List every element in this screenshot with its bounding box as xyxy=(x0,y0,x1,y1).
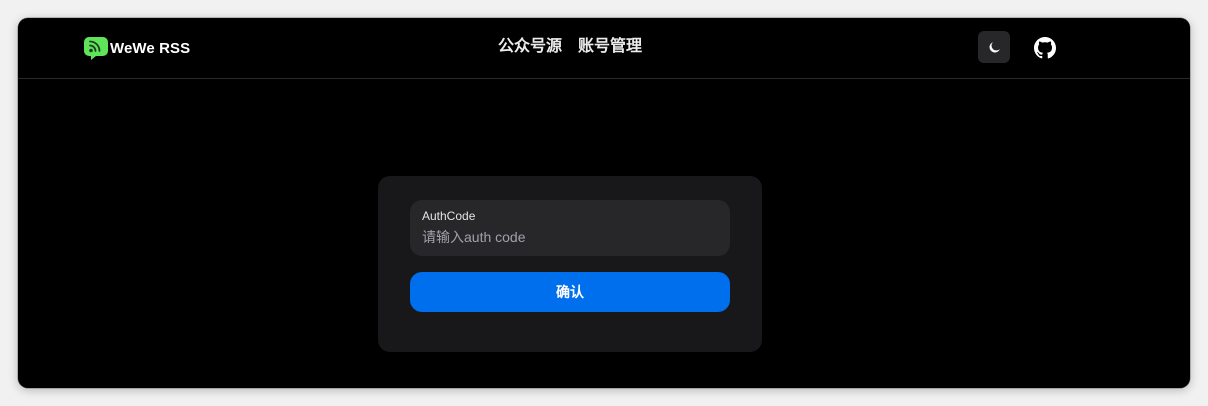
authcode-input[interactable] xyxy=(422,227,718,247)
nav-links: 公众号源 账号管理 xyxy=(498,36,642,58)
brand-name: WeWe RSS xyxy=(110,39,191,57)
rss-chat-bubble-icon xyxy=(84,37,108,60)
theme-toggle-button[interactable] xyxy=(978,31,1010,63)
navbar: WeWe RSS 公众号源 账号管理 xyxy=(18,18,1190,79)
nav-link-feeds[interactable]: 公众号源 xyxy=(498,36,562,58)
authcode-input-wrapper[interactable]: AuthCode xyxy=(410,200,730,256)
github-link[interactable] xyxy=(1032,35,1058,61)
brand-link[interactable]: WeWe RSS xyxy=(83,35,190,61)
github-icon xyxy=(1034,37,1056,59)
authcode-label: AuthCode xyxy=(422,209,476,223)
nav-link-accounts[interactable]: 账号管理 xyxy=(578,36,642,58)
app-window: WeWe RSS 公众号源 账号管理 AuthCode 确认 xyxy=(18,18,1190,388)
login-card: AuthCode 确认 xyxy=(378,176,762,352)
confirm-button[interactable]: 确认 xyxy=(410,272,730,312)
moon-icon xyxy=(989,41,1000,52)
